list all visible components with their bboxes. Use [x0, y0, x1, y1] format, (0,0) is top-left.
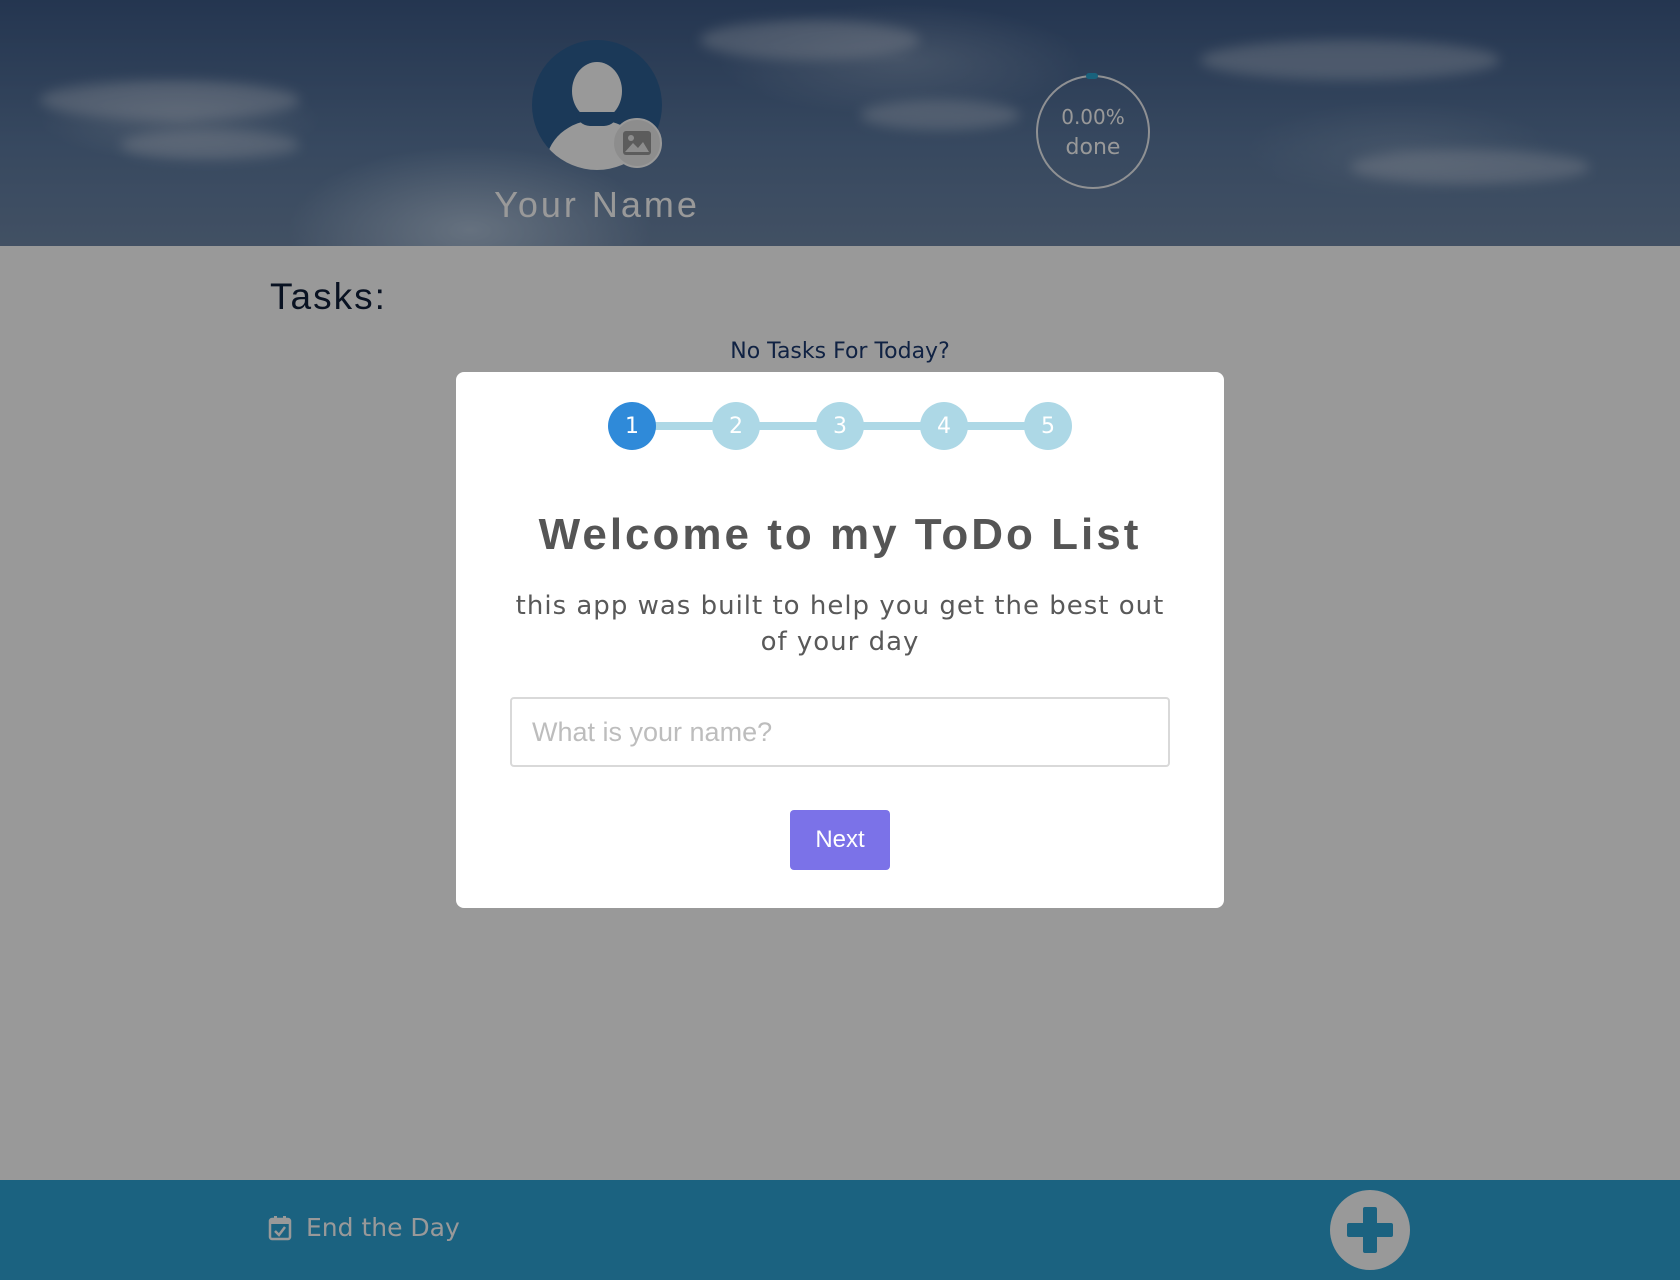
step-indicator: 1 2 3 4 5: [608, 402, 1072, 450]
dialog-subtitle: this app was built to help you get the b…: [515, 591, 1165, 657]
next-button[interactable]: Next: [790, 810, 890, 870]
dialog-title: Welcome to my ToDo List: [538, 510, 1142, 559]
step-5: 5: [1024, 402, 1072, 450]
step-2: 2: [712, 402, 760, 450]
name-input[interactable]: [510, 697, 1170, 767]
welcome-dialog: 1 2 3 4 5 Welcome to my ToDo List this a…: [456, 372, 1224, 908]
step-4: 4: [920, 402, 968, 450]
step-1: 1: [608, 402, 656, 450]
step-3: 3: [816, 402, 864, 450]
